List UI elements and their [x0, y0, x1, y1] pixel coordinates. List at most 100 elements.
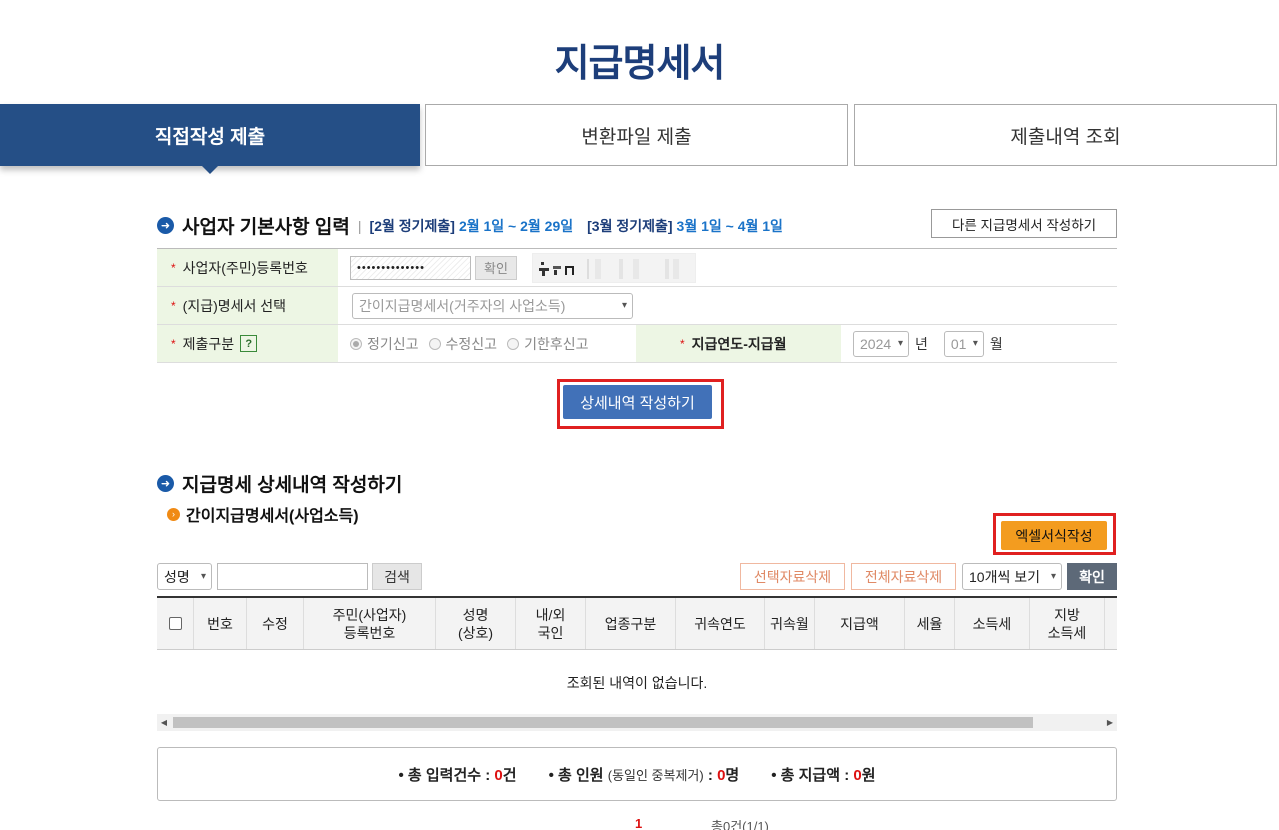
other-statement-button[interactable]: 다른 지급명세서 작성하기 [931, 209, 1117, 238]
detail-section-title: 지급명세 상세내역 작성하기 [182, 475, 403, 496]
radio-dot [428, 337, 441, 350]
summary-box: • 총 입력건수 : 0건 • 총 인원 (동일인 중복제거) : 0명 • 총… [157, 747, 1117, 801]
statement-grid: 번호 수정 주민(사업자) 등록번호 성명 (상호) 내/외 국인 업종구분 귀… [157, 596, 1117, 716]
chevron-down-icon: ▾ [200, 571, 206, 582]
period1-label: [2월 정기제출] [369, 217, 455, 234]
reg-no-input[interactable]: •••••••••••••• [350, 255, 471, 280]
search-field-select[interactable]: 성명 ▾ [157, 563, 212, 590]
divider: | [357, 217, 362, 234]
scroll-right-icon[interactable]: ▶ [1103, 714, 1117, 731]
detail-write-button[interactable]: 상세내역 작성하기 [563, 385, 712, 419]
total-people-unit: 명 [725, 766, 740, 784]
page-size-select[interactable]: 10개씩 보기 ▾ [962, 563, 1062, 590]
pay-period-value: 2024 ▾ 년 01 ▾ 월 [841, 325, 1003, 362]
page-title: 지급명세서 [554, 43, 726, 85]
total-entries-unit: 건 [502, 766, 517, 784]
total-people-colon: : [707, 766, 713, 784]
horizontal-scrollbar[interactable]: ◀ ▶ [157, 714, 1117, 731]
required-mark: * [171, 336, 176, 351]
help-icon[interactable]: ? [240, 335, 258, 352]
scroll-thumb[interactable] [173, 717, 1033, 728]
col-pay-amount: 지급액 [815, 598, 905, 649]
col-nationality: 내/외 국인 [516, 598, 586, 649]
radio-regular-label: 정기신고 [367, 335, 419, 352]
col-number: 번호 [194, 598, 247, 649]
submit-type-value: 정기신고 수정신고 기한후신고 [338, 325, 636, 362]
statement-select[interactable]: 간이지급명세서(거주자의 사업소득) ▾ [352, 292, 633, 319]
month-select[interactable]: 01 ▾ [943, 330, 984, 357]
statement-label: * (지급)명세서 선택 [157, 287, 338, 324]
col-industry: 업종구분 [586, 598, 676, 649]
year-select-value: 2024 [860, 335, 892, 352]
detail-subtitle: 간이지급명세서(사업소득) [186, 508, 359, 525]
basic-info-form: * 사업자(주민)등록번호 •••••••••••••• 확인 * (지급)명세… [157, 248, 1117, 363]
tab-bar: 직접작성 제출 변환파일 제출 제출내역 조회 [0, 104, 1279, 174]
radio-amended-label: 수정신고 [445, 335, 498, 352]
scroll-left-icon[interactable]: ◀ [157, 714, 171, 731]
select-all-checkbox[interactable] [168, 617, 182, 630]
submit-type-label: * 제출구분? [157, 325, 338, 362]
total-pay-value: 0 [853, 766, 862, 784]
submit-type-label-text: 제출구분 [182, 335, 235, 352]
month-select-value: 01 [950, 335, 967, 352]
period2-label: [3월 정기제출] [587, 217, 673, 234]
radio-regular[interactable]: 정기신고 [350, 334, 419, 354]
statement-label-text: (지급)명세서 선택 [182, 297, 287, 314]
tab-file-convert[interactable]: 변환파일 제출 [425, 104, 848, 166]
basic-section-header: ➜ 사업자 기본사항 입력 | [2월 정기제출] 2월 1일 ~ 2월 29일… [157, 212, 783, 239]
col-name: 성명 (상호) [436, 598, 516, 649]
form-row-statement: * (지급)명세서 선택 간이지급명세서(거주자의 사업소득) ▾ [157, 287, 1117, 325]
arrow-circle-icon: ➜ [157, 217, 174, 234]
year-select[interactable]: 2024 ▾ [853, 330, 909, 357]
tab-direct-input[interactable]: 직접작성 제출 [0, 104, 420, 174]
excel-form-button[interactable]: 엑셀서식작성 [1001, 521, 1107, 550]
col-local-income-tax: 지방 소득세 [1030, 598, 1105, 649]
summary-total-people: • 총 인원 (동일인 중복제거) : 0명 [548, 766, 740, 784]
form-row-reg-no: * 사업자(주민)등록번호 •••••••••••••• 확인 [157, 249, 1117, 287]
radio-amended[interactable]: 수정신고 [428, 334, 498, 354]
col-edit: 수정 [247, 598, 304, 649]
statement-value: 간이지급명세서(거주자의 사업소득) ▾ [338, 287, 633, 324]
reg-no-label-text: 사업자(주민)등록번호 [182, 259, 308, 276]
col-attribution-month: 귀속월 [765, 598, 815, 649]
year-unit: 년 [915, 335, 928, 352]
col-overflow [1105, 598, 1117, 649]
pagination-total: 총0건(1/1) [711, 819, 769, 830]
total-pay-label: 총 지급액 : [780, 766, 850, 784]
captcha-image [531, 252, 696, 283]
period2-range: 3월 1일 ~ 4월 1일 [676, 217, 783, 234]
col-reg-no: 주민(사업자) 등록번호 [304, 598, 436, 649]
radio-late-label: 기한후신고 [524, 335, 589, 352]
radio-late[interactable]: 기한후신고 [507, 334, 588, 354]
tab-submission-history[interactable]: 제출내역 조회 [854, 104, 1277, 166]
statement-select-value: 간이지급명세서(거주자의 사업소득) [359, 297, 566, 314]
total-people-note: (동일인 중복제거) [607, 767, 704, 783]
chevron-down-icon: ▾ [621, 300, 627, 311]
delete-selected-button[interactable]: 선택자료삭제 [740, 563, 845, 590]
form-row-submit-type: * 제출구분? 정기신고 수정신고 기한후신고 * 지급연도-지급월 2024 ▾ 년… [157, 325, 1117, 363]
required-mark: * [680, 336, 685, 351]
arrow-circle-icon: ➜ [157, 475, 174, 492]
empty-message: 조회된 내역이 없습니다. [566, 675, 708, 691]
total-entries-value: 0 [494, 766, 503, 784]
period1-range: 2월 1일 ~ 2월 29일 [458, 217, 574, 234]
basic-section-title: 사업자 기본사항 입력 [182, 217, 350, 238]
chevron-down-icon: ▾ [1050, 571, 1056, 582]
page-size-value: 10개씩 보기 [969, 568, 1040, 585]
pagination-current[interactable]: 1 [635, 816, 642, 830]
summary-total-entries: • 총 입력건수 : 0건 [398, 766, 517, 784]
search-input[interactable] [217, 563, 368, 590]
total-people-label: 총 인원 [557, 766, 604, 784]
reg-no-confirm-button[interactable]: 확인 [475, 255, 517, 280]
grid-header: 번호 수정 주민(사업자) 등록번호 성명 (상호) 내/외 국인 업종구분 귀… [157, 596, 1117, 650]
required-mark: * [171, 298, 176, 313]
month-unit: 월 [989, 335, 1003, 352]
detail-subheader: › 간이지급명세서(사업소득) [167, 502, 359, 526]
total-entries-label: 총 입력건수 : [407, 766, 491, 784]
select-all-checkbox-cell [157, 598, 194, 649]
radio-dot [350, 337, 362, 350]
delete-all-button[interactable]: 전체자료삭제 [851, 563, 956, 590]
col-income-tax: 소득세 [955, 598, 1030, 649]
confirm-button[interactable]: 확인 [1067, 563, 1117, 590]
search-button[interactable]: 검색 [372, 563, 422, 590]
